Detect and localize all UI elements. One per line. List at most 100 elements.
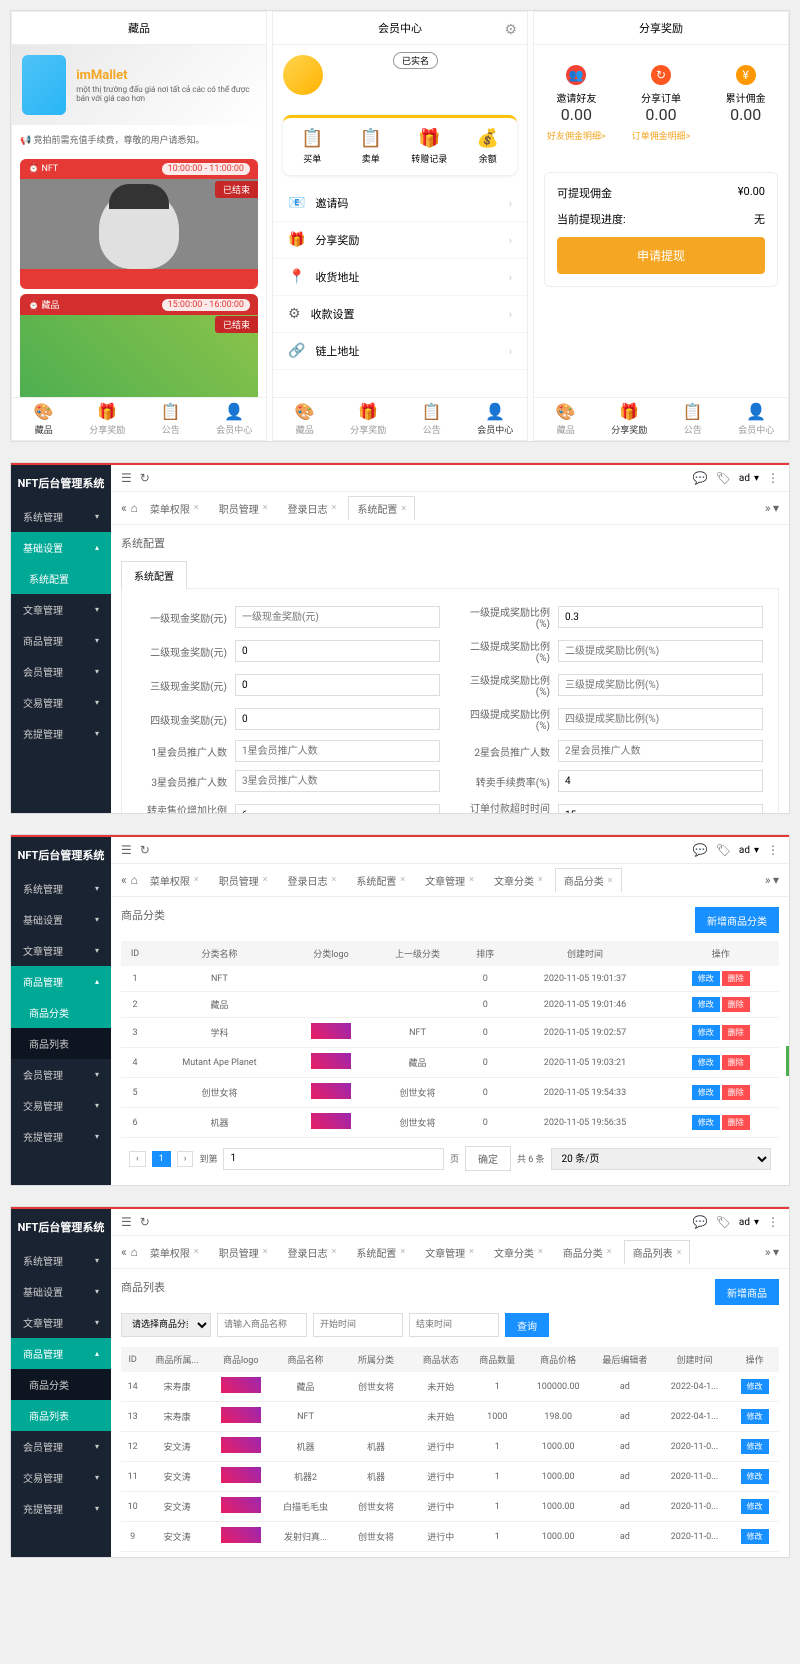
menu-icon[interactable]: ☰: [121, 843, 132, 857]
delete-button[interactable]: 删除: [722, 1025, 750, 1040]
avatar[interactable]: [283, 55, 323, 95]
tabs-prev-icon[interactable]: «: [121, 501, 127, 515]
tab-collection[interactable]: 🎨藏品: [534, 402, 598, 436]
sidebar-item-list[interactable]: 商品列表: [11, 1400, 111, 1431]
refresh-icon[interactable]: ↻: [140, 1215, 150, 1229]
tabs-menu-icon[interactable]: ▾: [773, 501, 779, 515]
config-input[interactable]: [235, 708, 440, 730]
sidebar-item-deposit[interactable]: 充提管理▾: [11, 1121, 111, 1152]
filter-category[interactable]: 请选择商品分类: [121, 1313, 211, 1337]
delete-button[interactable]: 删除: [722, 997, 750, 1012]
tag-icon[interactable]: 🏷: [716, 471, 731, 485]
refresh-icon[interactable]: ↻: [140, 471, 150, 485]
sidebar-item-product[interactable]: 商品管理▴: [11, 966, 111, 997]
edit-button[interactable]: 修改: [692, 1055, 720, 1070]
refresh-icon[interactable]: ↻: [140, 843, 150, 857]
tab-login-log[interactable]: 登录日志×: [280, 497, 345, 520]
tab-staff[interactable]: 职员管理×: [211, 497, 276, 520]
sidebar-item-system[interactable]: 系统管理▾: [11, 501, 111, 532]
tag-icon[interactable]: 🏷: [716, 843, 731, 857]
tabs-next-icon[interactable]: »: [765, 873, 771, 887]
withdraw-button[interactable]: 申请提现: [557, 237, 765, 274]
user-menu[interactable]: ad ▾: [739, 845, 759, 856]
delete-button[interactable]: 删除: [722, 1115, 750, 1130]
edit-button[interactable]: 修改: [741, 1409, 769, 1424]
sidebar-item-basic[interactable]: 基础设置▾: [11, 904, 111, 935]
config-input[interactable]: [235, 770, 440, 792]
edit-button[interactable]: 修改: [692, 971, 720, 986]
sidebar-item-trade[interactable]: 交易管理▾: [11, 687, 111, 718]
config-input[interactable]: [235, 606, 440, 628]
add-product-button[interactable]: 新增商品: [715, 1279, 779, 1305]
config-input[interactable]: [558, 606, 763, 628]
filter-end[interactable]: [409, 1313, 499, 1337]
tab-collection[interactable]: 🎨藏品: [12, 402, 76, 436]
edit-button[interactable]: 修改: [741, 1499, 769, 1514]
gear-icon[interactable]: ⚙: [504, 22, 517, 38]
tag-icon[interactable]: 🏷: [716, 1215, 731, 1229]
page-size-select[interactable]: 20 条/页: [551, 1148, 771, 1170]
filter-name[interactable]: [217, 1313, 307, 1337]
delete-button[interactable]: 删除: [722, 1055, 750, 1070]
user-menu[interactable]: ad ▾: [739, 473, 759, 484]
config-input[interactable]: [558, 740, 763, 762]
tabs-menu-icon[interactable]: ▾: [773, 1245, 779, 1259]
tabs-menu-icon[interactable]: ▾: [773, 873, 779, 887]
config-input[interactable]: [558, 708, 763, 730]
friend-detail-link[interactable]: 好友佣金明细>: [534, 129, 619, 142]
page-input[interactable]: [223, 1148, 443, 1170]
add-category-button[interactable]: 新增商品分类: [695, 907, 779, 933]
page-go-button[interactable]: 确定: [465, 1146, 511, 1171]
sidebar-item-deposit[interactable]: 充提管理▾: [11, 1493, 111, 1524]
delete-button[interactable]: 删除: [722, 1085, 750, 1100]
sidebar-item-basic[interactable]: 基础设置▾: [11, 1276, 111, 1307]
sidebar-item-trade[interactable]: 交易管理▾: [11, 1090, 111, 1121]
config-input[interactable]: [235, 740, 440, 762]
message-icon[interactable]: 💬: [693, 843, 708, 857]
tab-share[interactable]: 🎁分享奖励: [337, 402, 401, 436]
home-icon[interactable]: ⌂: [131, 1245, 138, 1259]
config-input[interactable]: [235, 804, 440, 813]
tab-menu-auth[interactable]: 菜单权限×: [142, 497, 207, 520]
action-sell[interactable]: 📋卖单: [342, 128, 401, 165]
edit-button[interactable]: 修改: [741, 1529, 769, 1544]
tabs-next-icon[interactable]: »: [765, 1245, 771, 1259]
message-icon[interactable]: 💬: [693, 471, 708, 485]
menu-invite[interactable]: 📧邀请码›: [273, 185, 527, 222]
tab-member[interactable]: 👤会员中心: [464, 402, 528, 436]
menu-address[interactable]: 📍收货地址›: [273, 259, 527, 296]
page-1[interactable]: 1: [152, 1151, 171, 1167]
tab-member[interactable]: 👤会员中心: [203, 402, 267, 436]
tab-notice[interactable]: 📋公告: [139, 402, 203, 436]
tab-share[interactable]: 🎁分享奖励: [76, 402, 140, 436]
tab-share[interactable]: 🎁分享奖励: [598, 402, 662, 436]
tab-notice[interactable]: 📋公告: [661, 402, 725, 436]
delete-button[interactable]: 删除: [722, 971, 750, 986]
tab-member[interactable]: 👤会员中心: [725, 402, 789, 436]
home-icon[interactable]: ⌂: [131, 873, 138, 887]
sidebar-item-member[interactable]: 会员管理▾: [11, 1059, 111, 1090]
sidebar-item-system[interactable]: 系统管理▾: [11, 1245, 111, 1276]
user-menu[interactable]: ad ▾: [739, 1217, 759, 1228]
edit-button[interactable]: 修改: [692, 1085, 720, 1100]
sidebar-item-deposit[interactable]: 充提管理▾: [11, 718, 111, 749]
menu-payment[interactable]: ⚙收款设置›: [273, 296, 527, 333]
action-buy[interactable]: 📋买单: [283, 128, 342, 165]
sidebar-item-system[interactable]: 系统管理▾: [11, 873, 111, 904]
sidebar-item-config[interactable]: 系统配置: [11, 563, 111, 594]
tabs-prev-icon[interactable]: «: [121, 873, 127, 887]
order-detail-link[interactable]: 订单佣金明细>: [619, 129, 704, 142]
menu-chain[interactable]: 🔗链上地址›: [273, 333, 527, 370]
config-input[interactable]: [235, 674, 440, 696]
menu-share[interactable]: 🎁分享奖励›: [273, 222, 527, 259]
edit-button[interactable]: 修改: [692, 997, 720, 1012]
sidebar-item-member[interactable]: 会员管理▾: [11, 656, 111, 687]
promo-banner[interactable]: imMallet một thị trường đấu giá nơi tất …: [12, 45, 266, 125]
sidebar-item-category[interactable]: 商品分类: [11, 997, 111, 1028]
sidebar-item-member[interactable]: 会员管理▾: [11, 1431, 111, 1462]
tabs-next-icon[interactable]: »: [765, 501, 771, 515]
action-balance[interactable]: 💰余额: [459, 128, 518, 165]
edit-button[interactable]: 修改: [692, 1025, 720, 1040]
config-input[interactable]: [558, 770, 763, 792]
sidebar-item-product[interactable]: 商品管理▴: [11, 1338, 111, 1369]
